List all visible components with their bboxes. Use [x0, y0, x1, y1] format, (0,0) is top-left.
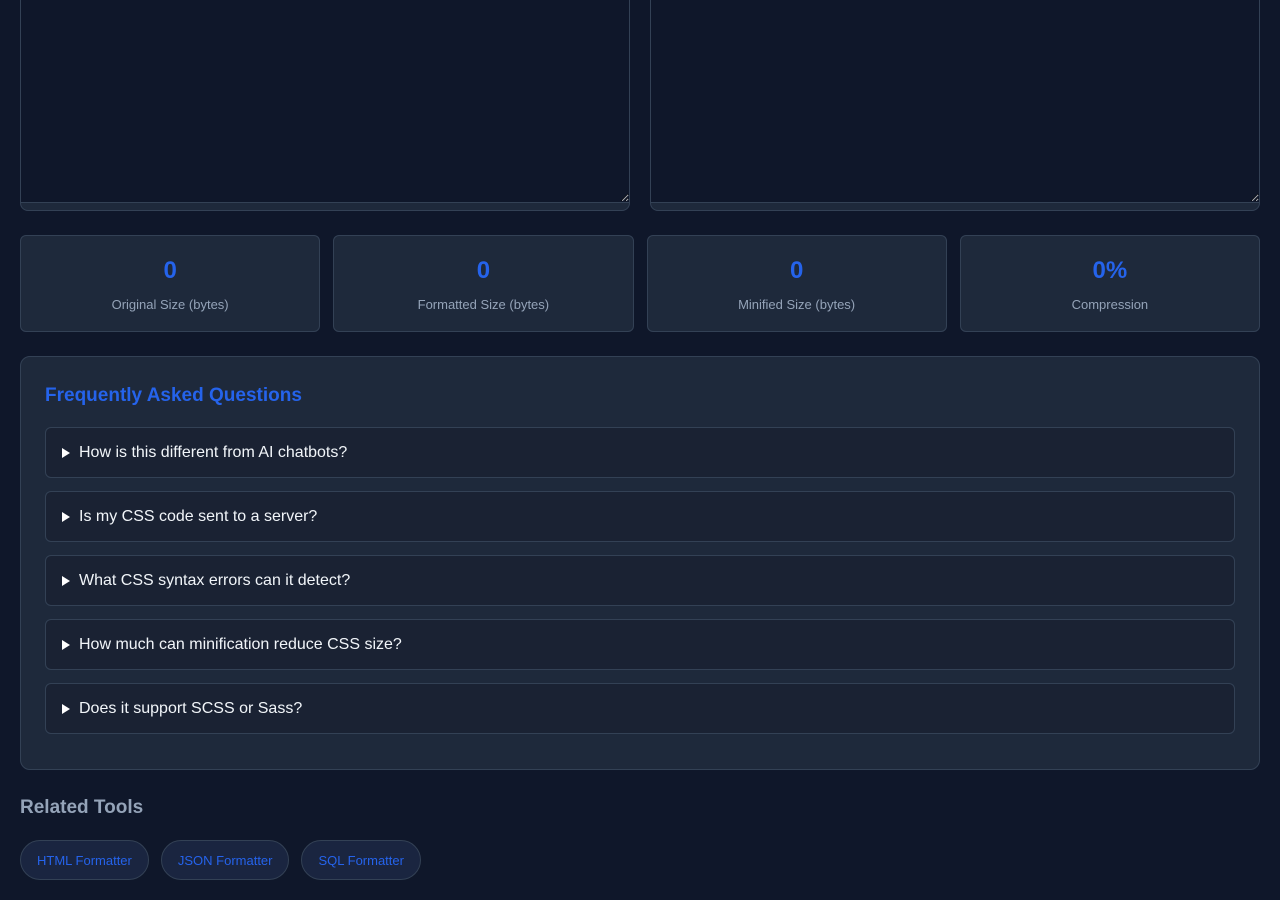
faq-question: Is my CSS code sent to a server? — [79, 507, 318, 525]
stat-original-size: 0 Original Size (bytes) — [20, 235, 321, 332]
css-input-textarea[interactable] — [21, 0, 629, 203]
faq-section: Frequently Asked Questions How is this d… — [20, 356, 1260, 770]
stat-minified-size: 0 Minified Size (bytes) — [646, 235, 947, 332]
faq-title: Frequently Asked Questions — [45, 385, 302, 406]
stats-row: 0 Original Size (bytes) 0 Formatted Size… — [20, 235, 1260, 332]
stat-compression: 0% Compression — [959, 235, 1260, 332]
faq-question: How is this different from AI chatbots? — [79, 443, 348, 461]
related-tools-list: HTML Formatter JSON Formatter SQL Format… — [20, 840, 421, 880]
faq-question: How much can minification reduce CSS siz… — [79, 635, 402, 653]
tool-link-html-formatter[interactable]: HTML Formatter — [20, 840, 149, 880]
tool-link-sql-formatter[interactable]: SQL Formatter — [301, 840, 421, 880]
triangle-right-icon — [62, 703, 70, 714]
stat-label: Original Size (bytes) — [111, 297, 229, 312]
tool-link-json-formatter[interactable]: JSON Formatter — [160, 840, 290, 880]
output-editor-panel — [650, 0, 1260, 211]
stat-label: Minified Size (bytes) — [738, 297, 856, 312]
faq-question: What CSS syntax errors can it detect? — [79, 571, 351, 589]
faq-item[interactable]: What CSS syntax errors can it detect? — [45, 555, 1235, 606]
triangle-right-icon — [62, 639, 70, 650]
input-editor-panel — [20, 0, 630, 211]
faq-item[interactable]: Is my CSS code sent to a server? — [45, 491, 1235, 542]
stat-value: 0% — [1092, 257, 1128, 284]
editors-area — [20, 0, 1260, 211]
page: 0 Original Size (bytes) 0 Formatted Size… — [0, 0, 1280, 900]
stat-label: Formatted Size (bytes) — [417, 297, 550, 312]
stat-formatted-size: 0 Formatted Size (bytes) — [333, 235, 634, 332]
triangle-right-icon — [62, 575, 70, 586]
related-tools-title: Related Tools — [20, 797, 144, 818]
faq-list: How is this different from AI chatbots? … — [45, 427, 1235, 747]
css-output-textarea[interactable] — [651, 0, 1259, 203]
faq-item[interactable]: Does it support SCSS or Sass? — [45, 683, 1235, 734]
triangle-right-icon — [62, 447, 70, 458]
faq-item[interactable]: How is this different from AI chatbots? — [45, 427, 1235, 478]
stat-label: Compression — [1071, 297, 1149, 312]
stat-value: 0 — [476, 257, 491, 284]
stat-value: 0 — [163, 257, 177, 284]
faq-question: Does it support SCSS or Sass? — [79, 699, 303, 717]
faq-item[interactable]: How much can minification reduce CSS siz… — [45, 619, 1235, 670]
triangle-right-icon — [62, 511, 70, 522]
stat-value: 0 — [789, 257, 804, 284]
